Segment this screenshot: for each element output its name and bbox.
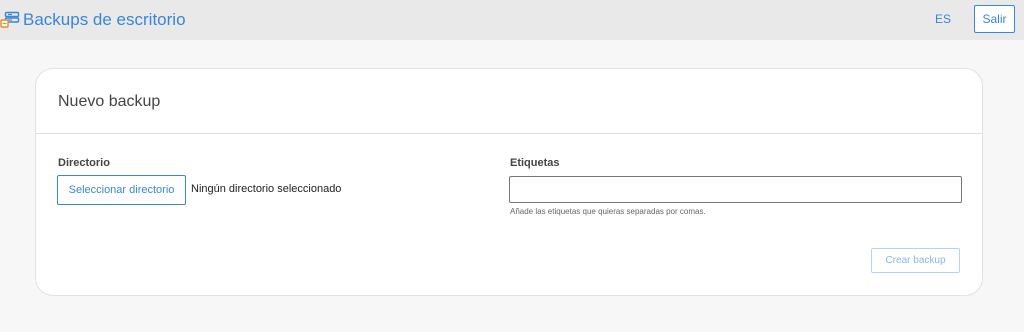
brand-link[interactable]: Backups de escritorio <box>0 8 186 32</box>
select-directory-button[interactable]: Seleccionar directorio <box>57 175 186 205</box>
server-backup-icon <box>0 11 20 29</box>
top-navbar: Backups de escritorio ES Salir <box>0 0 1024 40</box>
new-backup-card: Nuevo backup Directorio Seleccionar dire… <box>35 68 983 296</box>
directory-status: Ningún directorio seleccionado <box>191 183 342 195</box>
tags-help-text: Añade las etiquetas que quieras separada… <box>510 207 706 216</box>
tags-input[interactable] <box>509 176 962 203</box>
card-title: Nuevo backup <box>58 93 161 110</box>
card-divider <box>36 133 982 134</box>
tags-label: Etiquetas <box>510 157 560 169</box>
language-selector[interactable]: ES <box>935 12 951 26</box>
create-backup-button[interactable]: Crear backup <box>871 248 960 273</box>
brand-title: Backups de escritorio <box>23 10 186 29</box>
directory-label: Directorio <box>58 157 110 169</box>
logout-button[interactable]: Salir <box>974 5 1015 33</box>
